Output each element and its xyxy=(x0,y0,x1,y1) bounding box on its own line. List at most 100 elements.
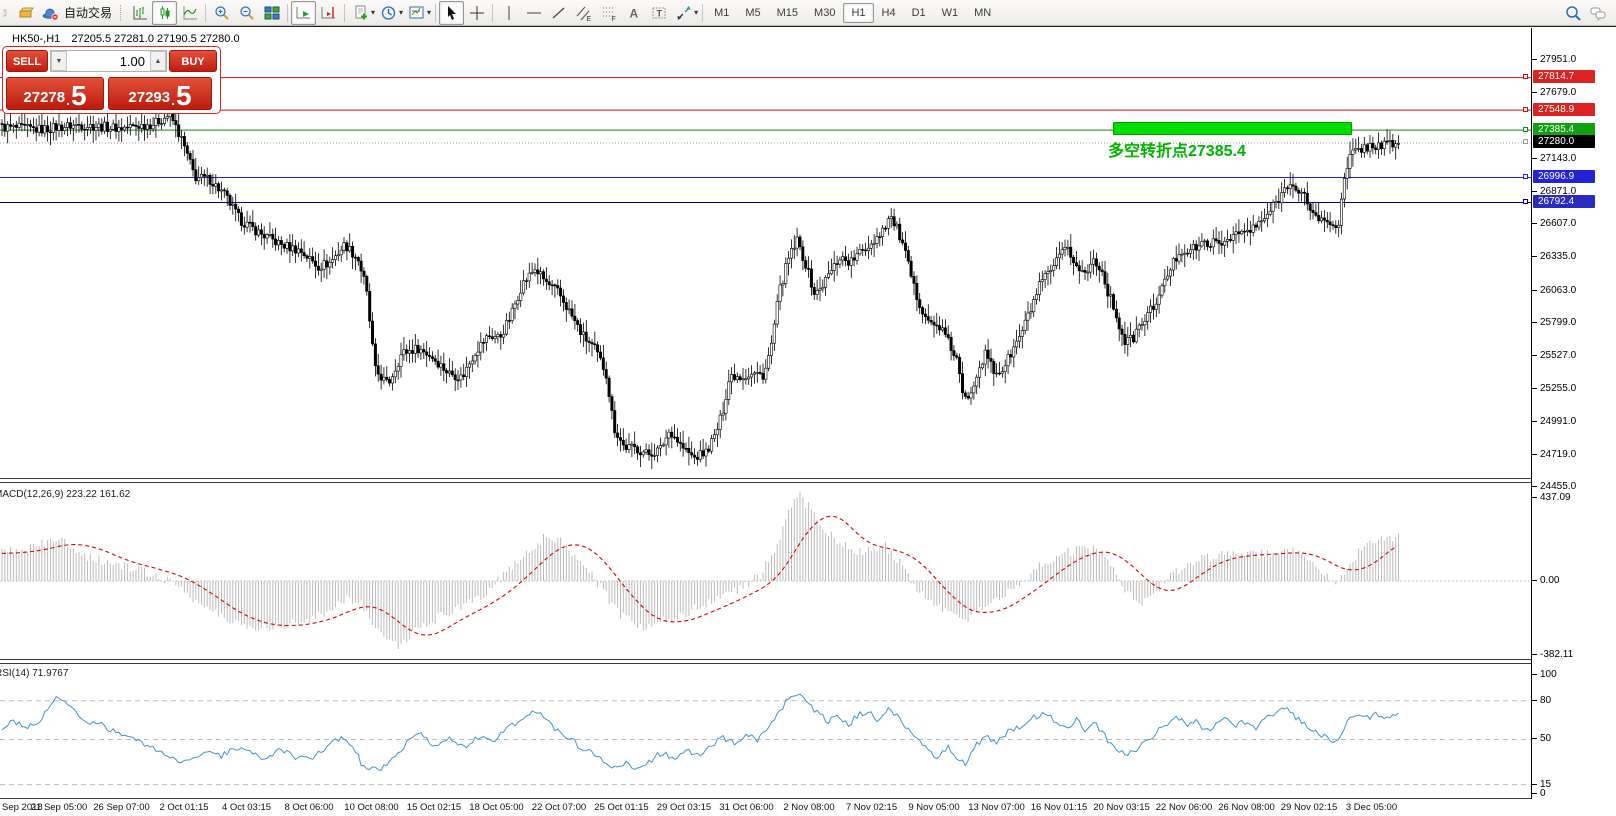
pane-separator[interactable] xyxy=(0,478,1531,483)
toolbox-button[interactable] xyxy=(13,1,38,25)
price-tick: 25255.0 xyxy=(1532,382,1576,395)
search-button[interactable] xyxy=(1560,1,1585,25)
line-chart-icon xyxy=(181,4,199,22)
timeframe-h1[interactable]: H1 xyxy=(843,3,873,23)
zoom-in-button[interactable] xyxy=(209,1,234,25)
timeframe-h4[interactable]: H4 xyxy=(874,3,904,23)
main-chart-pane[interactable] xyxy=(0,28,1531,479)
arrows-dropdown[interactable]: ▾ xyxy=(694,8,698,17)
line-connector xyxy=(1523,174,1528,179)
tick-mark xyxy=(1532,223,1537,224)
tick-mark xyxy=(1532,388,1537,389)
period-dropdown[interactable]: ▾ xyxy=(399,8,403,17)
buy-button[interactable]: BUY xyxy=(169,50,217,72)
horizontal-line-button[interactable] xyxy=(521,1,546,25)
template-dropdown[interactable]: ▾ xyxy=(427,8,431,17)
time-label: 18 Oct 05:00 xyxy=(469,802,523,813)
time-label: 25 Oct 01:15 xyxy=(594,802,648,813)
price-tick: 26607.0 xyxy=(1532,217,1576,230)
volume-stepper: ▼ 1.00 ▲ xyxy=(50,50,167,72)
zoom-out-button[interactable] xyxy=(234,1,259,25)
rsi-label: RSI(14) 71.9767 xyxy=(0,668,68,679)
partial-order-icon[interactable] xyxy=(2,1,13,25)
volume-decrease-button[interactable]: ▼ xyxy=(51,51,67,71)
price-tick: 27679.0 xyxy=(1532,86,1576,99)
volume-value[interactable]: 1.00 xyxy=(67,54,150,69)
price-tick: 27951.0 xyxy=(1532,53,1576,66)
timeframe-mn[interactable]: MN xyxy=(966,3,999,23)
cursor-button[interactable] xyxy=(439,1,464,25)
tick-mark xyxy=(1532,355,1537,356)
macd-pane[interactable] xyxy=(0,483,1531,659)
candlestick-chart-button[interactable] xyxy=(152,1,177,25)
buy-price-tile[interactable]: 27293.5 xyxy=(108,77,212,110)
text-button[interactable]: A xyxy=(621,1,646,25)
chart-shift-icon xyxy=(320,4,338,22)
template-icon xyxy=(408,4,426,22)
auto-scroll-button[interactable] xyxy=(291,1,316,25)
price-tick: 25527.0 xyxy=(1532,349,1576,362)
timeframe-m5[interactable]: M5 xyxy=(737,3,768,23)
chart-shift-button[interactable] xyxy=(316,1,341,25)
macd-tick: -382.11 xyxy=(1532,648,1573,661)
fibonacci-button[interactable]: F xyxy=(596,1,621,25)
arrows-icon xyxy=(675,4,693,22)
toolbar-grip[interactable] xyxy=(120,5,124,21)
bar-chart-button[interactable] xyxy=(127,1,152,25)
fibonacci-icon: F xyxy=(600,4,618,22)
pane-separator[interactable] xyxy=(0,659,1531,664)
time-axis[interactable]: Sep 201821 Sep 05:0026 Sep 07:002 Oct 01… xyxy=(0,800,1616,816)
period-button[interactable] xyxy=(376,1,401,25)
chart-header: HK50-,H1 27205.5 27281.0 27190.5 27280.0 xyxy=(12,33,240,45)
clock-icon xyxy=(380,4,398,22)
tick-mark xyxy=(1532,158,1537,159)
price-axis[interactable]: 27951.027679.027143.026871.026607.026335… xyxy=(1531,28,1616,799)
auto-trading-button[interactable] xyxy=(38,1,63,25)
price-badge-26996.9: 26996.9 xyxy=(1533,170,1595,183)
channel-button[interactable]: E xyxy=(571,1,596,25)
arrows-button[interactable] xyxy=(671,1,696,25)
time-label: 9 Nov 05:00 xyxy=(908,802,959,813)
text-icon: A xyxy=(625,4,643,22)
text-label-button[interactable]: T xyxy=(646,1,671,25)
sell-price-tile[interactable]: 27278.5 xyxy=(6,77,104,110)
crosshair-icon xyxy=(468,4,486,22)
time-label: 29 Nov 02:15 xyxy=(1281,802,1338,813)
price-badge-27280.0: 27280.0 xyxy=(1533,135,1595,148)
trendline-button[interactable] xyxy=(546,1,571,25)
text-label-icon: T xyxy=(650,4,668,22)
volume-increase-button[interactable]: ▲ xyxy=(150,51,166,71)
time-label: 4 Oct 03:15 xyxy=(222,802,271,813)
sell-button[interactable]: SELL xyxy=(6,50,48,72)
ohlc-values: 27205.5 27281.0 27190.5 27280.0 xyxy=(71,33,239,45)
time-label: 26 Nov 08:00 xyxy=(1218,802,1275,813)
rsi-pane[interactable] xyxy=(0,663,1531,798)
template-button[interactable] xyxy=(404,1,429,25)
tick-mark xyxy=(1532,191,1537,192)
tick-mark xyxy=(1532,700,1537,701)
timeframe-m15[interactable]: M15 xyxy=(769,3,806,23)
pivot-annotation[interactable]: 多空转折点27385.4 xyxy=(1108,137,1246,161)
time-label: 13 Nov 07:00 xyxy=(968,802,1025,813)
tick-mark xyxy=(1532,654,1537,655)
channel-icon: E xyxy=(575,4,593,22)
timeframe-w1[interactable]: W1 xyxy=(934,3,967,23)
bar-chart-icon xyxy=(131,4,149,22)
line-connector xyxy=(1523,127,1528,132)
new-order-button[interactable] xyxy=(348,1,373,25)
price-badge-26792.4: 26792.4 xyxy=(1533,195,1595,208)
new-order-dropdown[interactable]: ▾ xyxy=(371,8,375,17)
price-tick: 24991.0 xyxy=(1532,415,1576,428)
line-chart-button[interactable] xyxy=(177,1,202,25)
crosshair-button[interactable] xyxy=(464,1,489,25)
chat-button[interactable] xyxy=(1585,1,1610,25)
time-label: 31 Oct 06:00 xyxy=(719,802,773,813)
chat-icon xyxy=(1589,4,1607,22)
vertical-line-button[interactable] xyxy=(496,1,521,25)
timeframe-d1[interactable]: D1 xyxy=(904,3,934,23)
triangle-up-icon: ▲ xyxy=(155,58,162,65)
pivot-highlight-bar[interactable] xyxy=(1113,122,1352,135)
timeframe-m1[interactable]: M1 xyxy=(706,3,737,23)
timeframe-m30[interactable]: M30 xyxy=(806,3,843,23)
tile-windows-button[interactable] xyxy=(259,1,284,25)
